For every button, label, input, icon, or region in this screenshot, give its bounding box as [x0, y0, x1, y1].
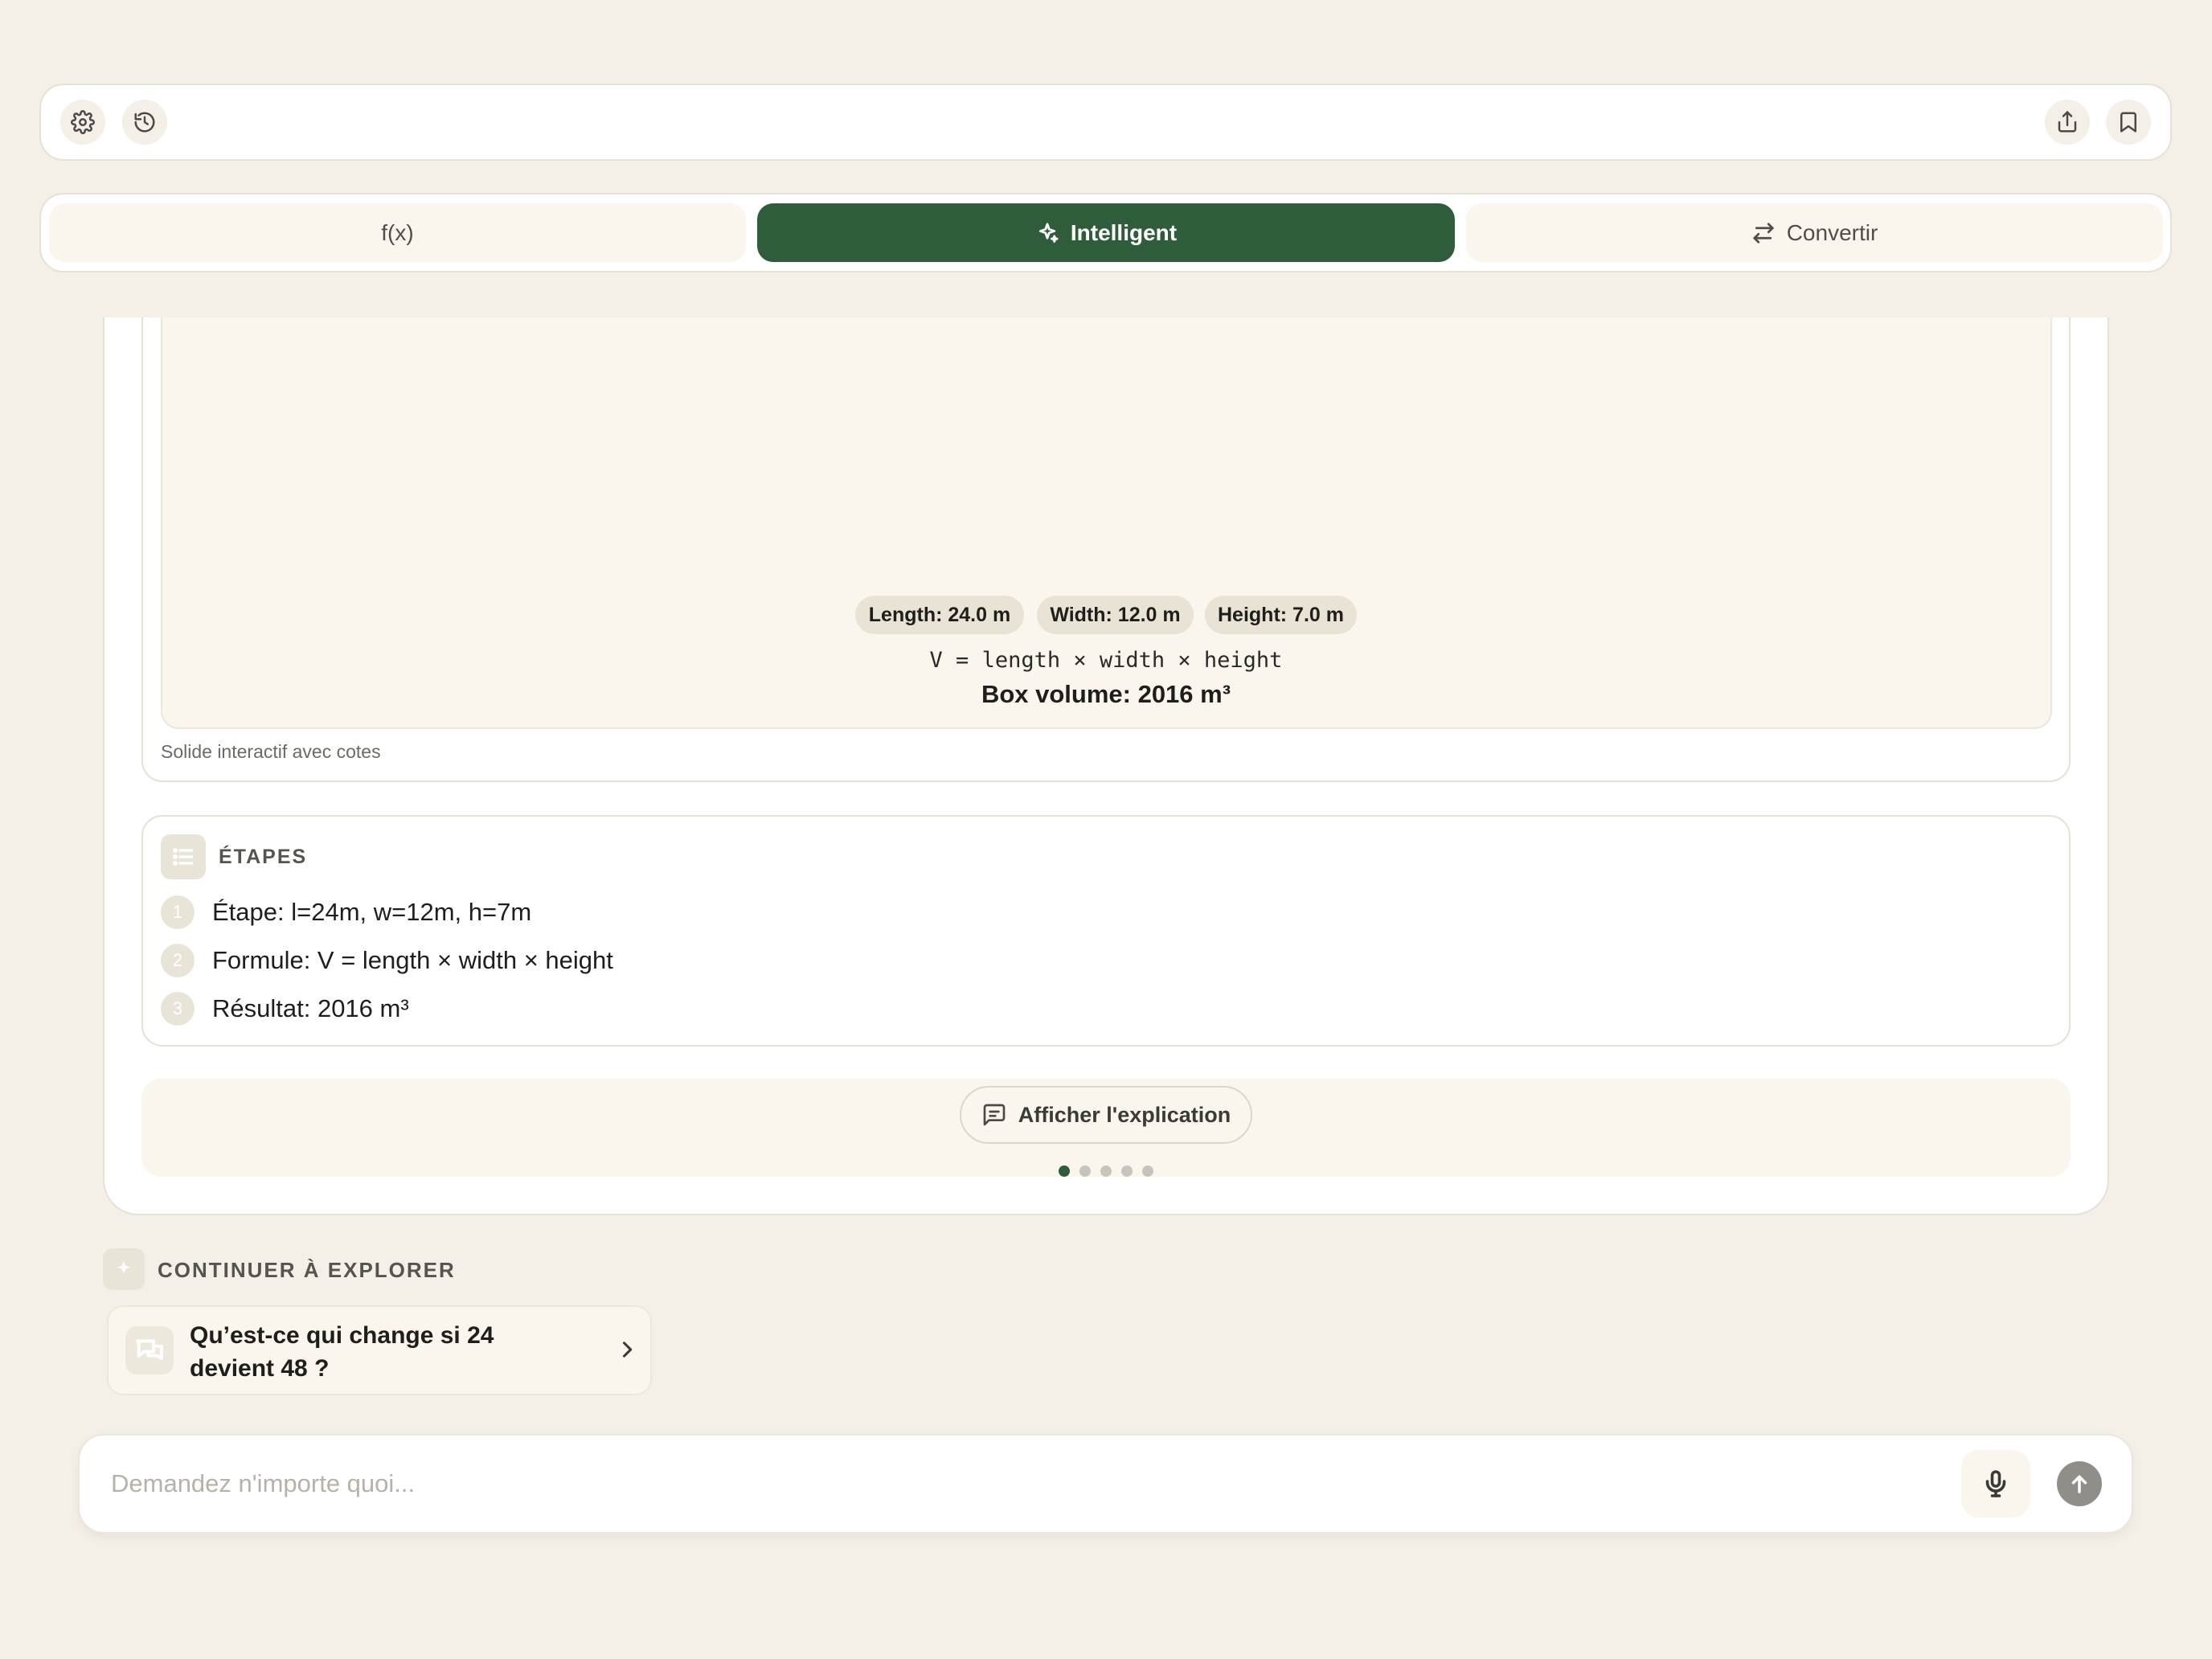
settings-button[interactable] [60, 100, 105, 145]
microphone-button[interactable] [1961, 1450, 2030, 1518]
sparkle-icon [103, 1248, 145, 1290]
show-explanation-label: Afficher l'explication [1018, 1102, 1231, 1127]
convert-arrows-icon [1753, 222, 1774, 244]
page-dot-2[interactable] [1079, 1165, 1091, 1177]
length-badge: Length: 24.0 m [855, 596, 1024, 634]
step-number: 2 [161, 944, 195, 977]
step-text: Résultat: 2016 m³ [212, 994, 409, 1022]
page-dot-3[interactable] [1100, 1165, 1112, 1177]
share-button[interactable] [2045, 100, 2090, 145]
send-button[interactable] [2057, 1461, 2102, 1506]
page-dot-4[interactable] [1121, 1165, 1133, 1177]
suggestion-text: Qu’est-ce qui change si 24 devient 48 ? [190, 1322, 494, 1382]
gear-icon [71, 110, 95, 134]
step-text: Formule: V = length × width × height [212, 946, 613, 974]
history-button[interactable] [122, 100, 167, 145]
page-dot-1[interactable] [1059, 1165, 1070, 1177]
step-number: 1 [161, 895, 195, 929]
steps-title: ÉTAPES [219, 846, 308, 868]
tab-fx-label: f(x) [381, 219, 414, 245]
ask-input[interactable] [111, 1463, 1919, 1505]
bookmark-icon [2120, 112, 2136, 133]
tab-convertir-label: Convertir [1786, 219, 1878, 245]
tab-fx[interactable]: f(x) [49, 203, 746, 262]
tab-convertir[interactable]: Convertir [1466, 203, 2163, 262]
explore-title: CONTINUER À EXPLORER [158, 1258, 456, 1282]
sparkle-icon [1038, 222, 1059, 243]
microphone-icon [1985, 1470, 2006, 1497]
page-dot-5[interactable] [1142, 1165, 1153, 1177]
history-icon [134, 112, 155, 133]
bookmark-button[interactable] [2106, 100, 2151, 145]
height-badge: Height: 7.0 m [1205, 596, 1357, 634]
volume-result: Box volume: 2016 m³ [981, 680, 1231, 708]
chevron-right-icon [616, 1338, 638, 1361]
step-number: 3 [161, 992, 195, 1026]
tab-intelligent-label: Intelligent [1070, 219, 1178, 245]
volume-formula: V = length × width × height [929, 648, 1283, 673]
step-item: 3 Résultat: 2016 m³ [161, 991, 409, 1026]
list-icon [161, 834, 206, 879]
step-text: Étape: l=24m, w=12m, h=7m [212, 898, 532, 926]
step-item: 1 Étape: l=24m, w=12m, h=7m [161, 895, 531, 930]
chat-bubbles-icon [125, 1326, 174, 1374]
step-item: 2 Formule: V = length × width × height [161, 943, 613, 978]
width-badge: Width: 12.0 m [1037, 596, 1194, 634]
arrow-up-icon [2071, 1475, 2087, 1493]
message-icon [983, 1104, 1006, 1126]
share-icon [2058, 111, 2077, 133]
steps-card [141, 815, 2071, 1047]
top-toolbar [39, 84, 2172, 161]
visualization-caption: Solide interactif avec cotes [161, 741, 381, 762]
show-explanation-button[interactable]: Afficher l'explication [960, 1086, 1252, 1144]
tab-intelligent[interactable]: Intelligent [757, 203, 1455, 262]
